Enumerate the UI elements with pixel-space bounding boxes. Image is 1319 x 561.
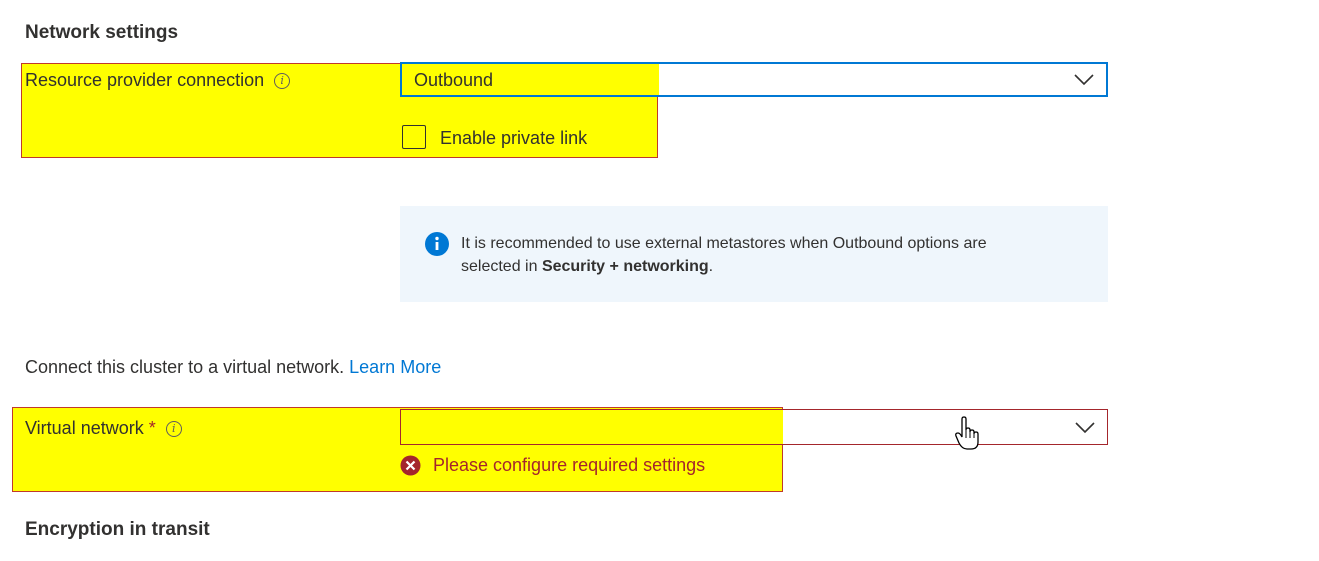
chevron-down-icon <box>1075 422 1095 434</box>
info-message-box: It is recommended to use external metast… <box>400 206 1108 302</box>
vnet-error-message: Please configure required settings <box>433 455 706 475</box>
vnet-connect-text: Connect this cluster to a virtual networ… <box>25 357 441 378</box>
private-link-label[interactable]: Enable private link <box>440 128 587 149</box>
info-text-line1: It is recommended to use external metast… <box>461 235 987 252</box>
chevron-down-icon <box>1074 74 1094 86</box>
info-message-text: It is recommended to use external metast… <box>461 232 1101 278</box>
info-text-end: . <box>708 258 714 275</box>
vnet-label-text: Virtual network <box>25 418 144 438</box>
rp-connection-dropdown[interactable]: Outbound <box>400 62 1108 97</box>
required-asterisk: * <box>148 418 156 438</box>
encryption-heading: Encryption in transit <box>25 519 210 540</box>
rp-connection-value: Outbound <box>414 70 494 90</box>
info-circle-icon[interactable]: i <box>165 421 182 438</box>
rp-connection-label: Resource provider connection i <box>25 70 291 91</box>
info-circle-icon[interactable]: i <box>274 73 291 90</box>
vnet-connect-description: Connect this cluster to a virtual networ… <box>25 357 345 377</box>
hand-cursor-icon <box>955 416 979 450</box>
rp-connection-label-text: Resource provider connection <box>25 70 265 90</box>
dropdown-highlight-fill <box>401 410 783 444</box>
network-settings-heading: Network settings <box>25 22 179 43</box>
info-filled-icon <box>425 232 449 256</box>
info-text-bold: Security + networking <box>541 258 709 275</box>
vnet-dropdown[interactable] <box>400 409 1108 445</box>
error-circle-icon <box>400 455 421 476</box>
private-link-checkbox[interactable] <box>402 125 426 149</box>
vnet-label: Virtual network * i <box>25 418 182 439</box>
learn-more-link[interactable]: Learn More <box>349 357 441 377</box>
info-text-line2: selected in <box>461 258 542 275</box>
